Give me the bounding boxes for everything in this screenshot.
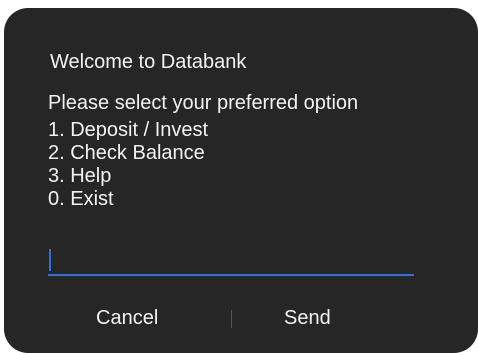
cancel-button[interactable]: Cancel (96, 304, 176, 332)
dialog-actions: Cancel Send (4, 304, 478, 332)
send-button[interactable]: Send (284, 304, 354, 332)
menu-option-2: 2. Check Balance (48, 142, 205, 164)
menu-option-3: 3. Help (48, 165, 112, 187)
menu-text: Please select your preferred option 1. D… (48, 92, 358, 211)
dialog-title: Welcome to Databank (50, 51, 247, 73)
ussd-dialog: Welcome to Databank Please select your p… (4, 8, 478, 353)
menu-prompt: Please select your preferred option (48, 92, 359, 114)
button-divider (231, 310, 232, 328)
menu-option-1: 1. Deposit / Invest (48, 119, 209, 141)
response-input-container (48, 248, 414, 276)
response-input[interactable] (48, 248, 414, 274)
menu-option-0: 0. Exist (48, 188, 114, 210)
text-cursor (49, 249, 51, 271)
